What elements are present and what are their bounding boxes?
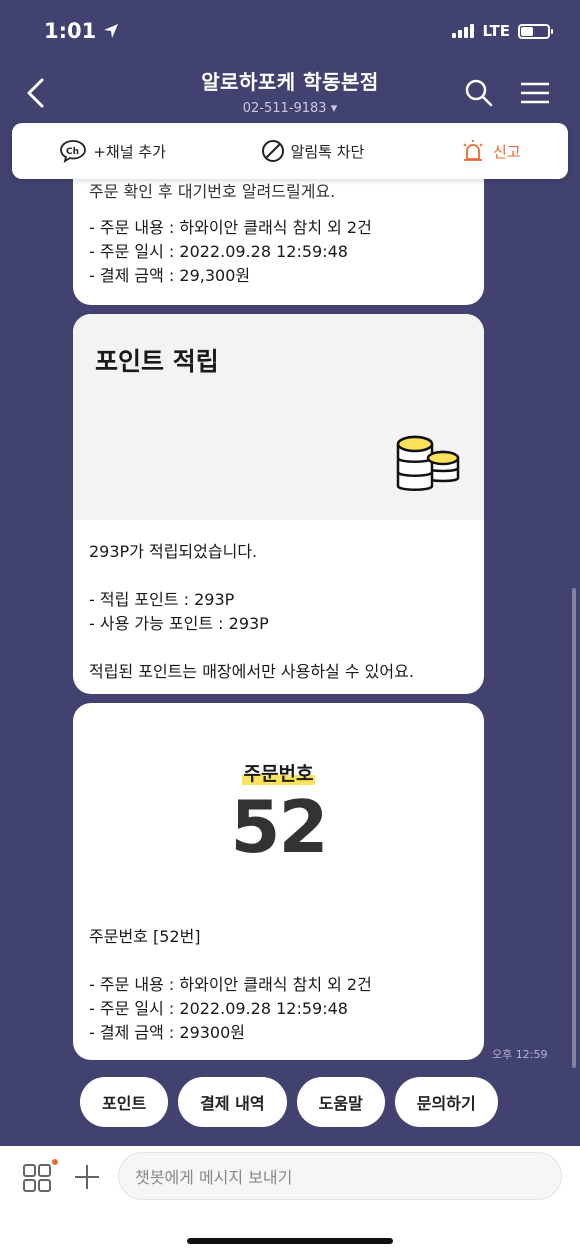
message-input-placeholder: 챗봇에게 메시지 보내기 (135, 1168, 293, 1187)
message-input[interactable]: 챗봇에게 메시지 보내기 (118, 1152, 562, 1200)
plus-icon[interactable] (72, 1162, 102, 1192)
battery-icon (518, 23, 553, 39)
add-channel-button[interactable]: Ch +채널 추가 (59, 139, 166, 163)
order-line: - 주문 내용 : 하와이안 클래식 참치 외 2건 (89, 218, 372, 237)
report-button[interactable]: 신고 (459, 139, 521, 163)
report-label: 신고 (493, 142, 521, 161)
order-number: 52 (230, 785, 328, 869)
notification-dot (52, 1159, 58, 1165)
order-number-message: 주문번호 52 주문번호 [52번] - 주문 내용 : 하와이안 클래식 참치… (73, 703, 484, 1060)
location-arrow-icon (104, 24, 119, 38)
quick-reply-point[interactable]: 포인트 (80, 1077, 169, 1127)
order-line: - 주문 일시 : 2022.09.28 12:59:48 (89, 242, 348, 261)
block-icon (261, 140, 284, 162)
point-title: 포인트 적립 (95, 347, 219, 376)
home-indicator[interactable] (187, 1238, 393, 1244)
menu-icon[interactable] (518, 78, 552, 108)
order-label-text: 주문번호 (241, 763, 316, 785)
order-number-label: 주문번호 (73, 759, 484, 786)
status-time: 1:01 (44, 19, 120, 43)
block-alert-button[interactable]: 알림톡 차단 (261, 139, 365, 163)
network-type: LTE (482, 22, 510, 40)
order-details: - 주문 내용 : 하와이안 클래식 참치 외 2건 - 주문 일시 : 202… (89, 216, 372, 288)
order-line: - 결제 금액 : 29,300원 (89, 266, 251, 285)
quick-replies: 포인트 결제 내역 도움말 문의하기 (80, 1077, 498, 1127)
phone-text: 02-511-9183 (242, 101, 327, 116)
coins-icon (396, 435, 460, 491)
message-text-partial: 주문 확인 후 대기번호 알려드릴게요. (89, 182, 336, 201)
point-message-header: 포인트 적립 (73, 314, 484, 520)
message-timestamp: 오후 12:59 (492, 1048, 548, 1061)
point-message-body: 293P가 적립되었습니다. - 적립 포인트 : 293P - 사용 가능 포… (89, 542, 414, 681)
quick-reply-inquiry[interactable]: 문의하기 (394, 1077, 498, 1127)
channel-icon: Ch (60, 140, 87, 163)
status-indicators: LTE (452, 22, 553, 40)
grid-menu-icon[interactable] (22, 1163, 52, 1193)
add-channel-label: +채널 추가 (93, 142, 166, 161)
order-number-body: 주문번호 [52번] - 주문 내용 : 하와이안 클래식 참치 외 2건 - … (89, 927, 372, 1042)
channel-bar: Ch +채널 추가 알림톡 차단 신고 (12, 123, 568, 179)
search-icon[interactable] (464, 78, 494, 108)
message-composer: 챗봇에게 메시지 보내기 (0, 1146, 580, 1255)
ch-badge: Ch (66, 147, 79, 157)
status-bar: 1:01 LTE (0, 0, 580, 62)
block-label: 알림톡 차단 (290, 142, 365, 161)
point-message: 포인트 적립 293P가 적립되었습니다. - 적립 포인트 : 293P - … (73, 314, 484, 694)
clock: 1:01 (44, 19, 97, 43)
chat-header: 알로하포케 학동본점 02-511-9183 ▾ (0, 60, 580, 122)
caret-down-icon: ▾ (330, 101, 338, 116)
signal-icon (452, 24, 475, 38)
quick-reply-help[interactable]: 도움말 (296, 1077, 385, 1127)
quick-reply-payment-history[interactable]: 결제 내역 (178, 1077, 287, 1127)
scrollbar[interactable] (572, 588, 576, 1068)
siren-icon (463, 140, 483, 161)
